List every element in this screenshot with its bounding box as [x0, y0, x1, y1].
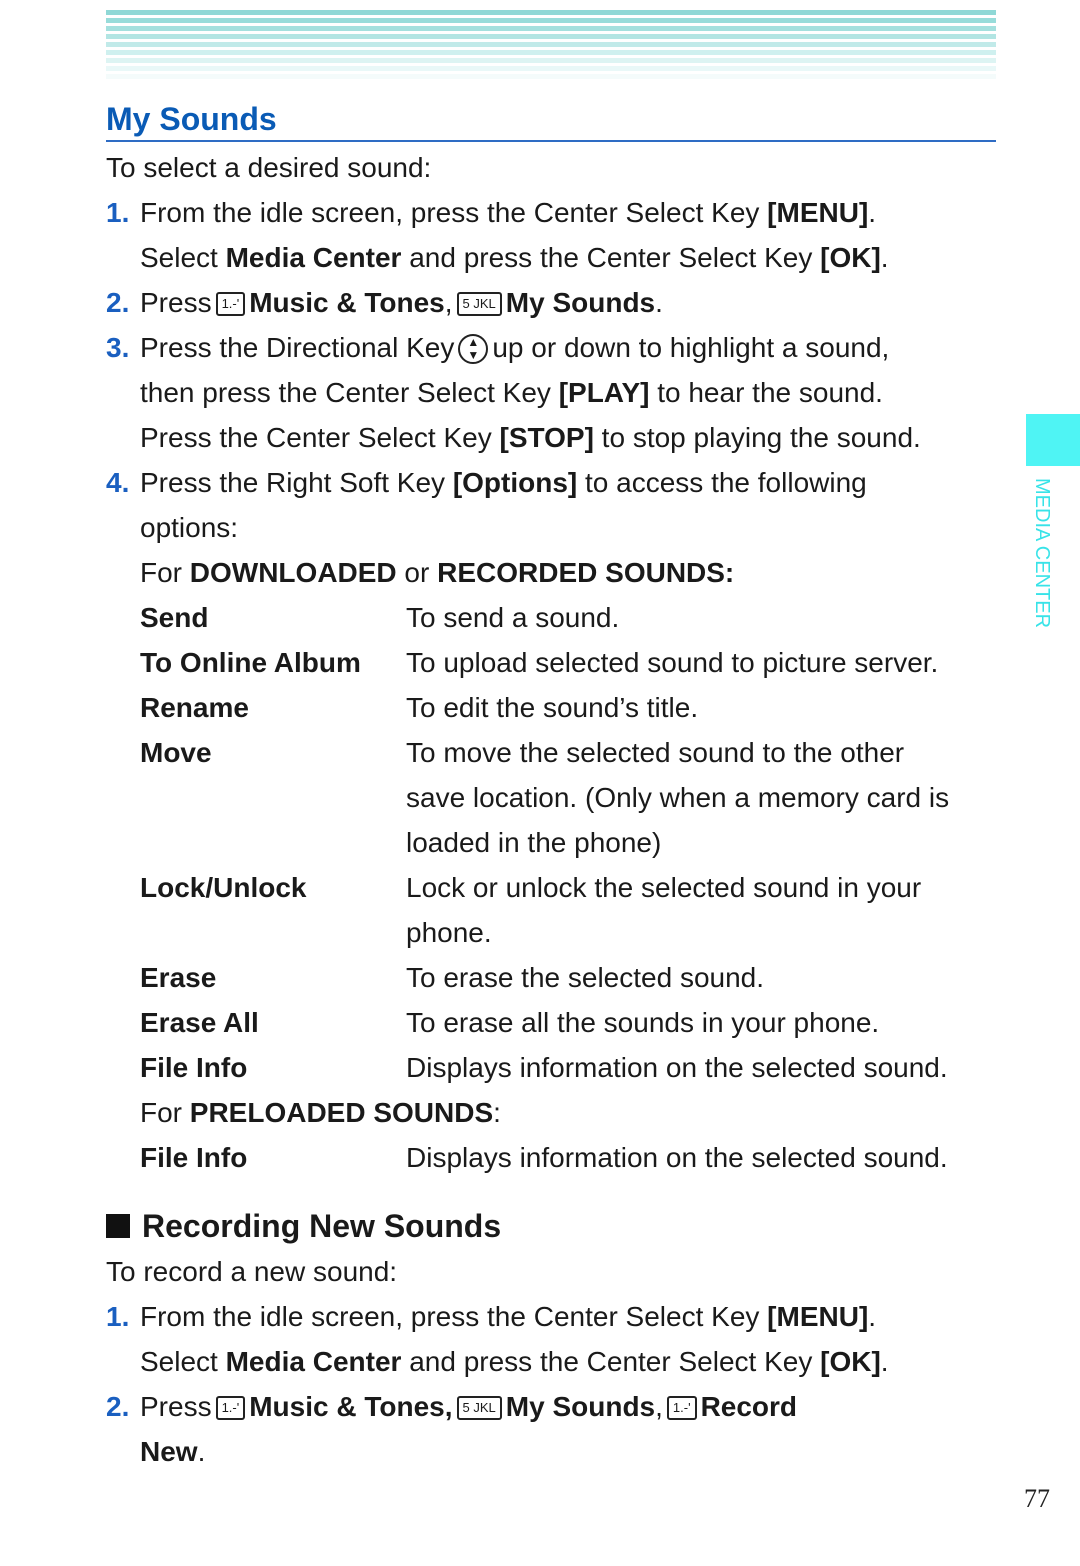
option-description: loaded in the phone)	[406, 827, 662, 858]
option-row: To Online Album To upload selected sound …	[106, 640, 1006, 685]
option-row: Erase All To erase all the sounds in your…	[106, 1000, 1006, 1045]
option-row: File Info Displays information on the sel…	[106, 1135, 1006, 1180]
option-description: Displays information on the selected sou…	[406, 1052, 948, 1083]
option-description: To erase all the sounds in your phone.	[406, 1007, 880, 1038]
recording-step-2: 2. Press 1.-' Music & Tones, 5 JKL My Sounds,…	[106, 1391, 798, 1422]
option-key: Erase All	[140, 1007, 259, 1038]
option-description: Lock or unlock the selected sound in you…	[406, 872, 922, 903]
option-description: To upload selected sound to picture serv…	[406, 647, 939, 678]
option-description: To erase the selected sound.	[406, 962, 765, 993]
step-3: 3. Press the Directional Key ▲ ▼ up or down …	[106, 332, 890, 364]
square-bullet-icon	[106, 1214, 130, 1238]
option-description: To move the selected sound to the other	[406, 737, 905, 768]
option-key	[140, 775, 406, 820]
option-key	[140, 820, 406, 865]
key-1-icon: 1.-'	[215, 1396, 246, 1420]
option-row: Send To send a sound.	[106, 595, 1006, 640]
option-row-cont: phone.	[106, 910, 1006, 955]
page-title: My Sounds	[106, 100, 996, 142]
option-key: Move	[140, 737, 212, 768]
options-list: Send To send a sound. To Online Album To up…	[106, 595, 1006, 1090]
option-key: To Online Album	[140, 647, 361, 678]
option-row: Move To move the selected sound to the ot…	[106, 730, 1006, 775]
section-tab-marker	[1026, 414, 1080, 466]
downloaded-header: For DOWNLOADED or RECORDED SOUNDS:	[140, 557, 735, 588]
recording-intro: To record a new sound:	[106, 1256, 398, 1287]
option-row: File Info Displays information on the sel…	[106, 1045, 1006, 1090]
option-key: File Info	[140, 1142, 248, 1173]
option-row-cont: loaded in the phone)	[106, 820, 1006, 865]
key-1-icon: 1.-'	[215, 292, 246, 316]
option-description: save location. (Only when a memory card …	[406, 782, 950, 813]
option-row: Rename To edit the sound’s title.	[106, 685, 1006, 730]
option-key: Send	[140, 602, 209, 633]
step-2: 2. Press 1.-' Music & Tones, 5 JKL My Sounds.	[106, 287, 663, 318]
option-key	[140, 910, 406, 955]
step-1: 1. From the idle screen, press the Center…	[106, 197, 877, 228]
sidebar-section-label: MEDIA CENTER	[1031, 478, 1053, 629]
recording-heading: Recording New Sounds	[106, 1204, 1006, 1249]
option-description: To send a sound.	[406, 602, 620, 633]
option-row: Erase To erase the selected sound.	[106, 955, 1006, 1000]
preloaded-header: For PRELOADED SOUNDS:	[140, 1097, 501, 1128]
option-row: Lock/Unlock Lock or unlock the selected s…	[106, 865, 1006, 910]
header-stripes	[106, 10, 996, 82]
key-5-icon: 5 JKL	[456, 1396, 502, 1420]
option-description: To edit the sound’s title.	[406, 692, 699, 723]
option-description: phone.	[406, 917, 492, 948]
page-number: 77	[1024, 1484, 1050, 1513]
option-key: File Info	[140, 1052, 248, 1083]
intro-text: To select a desired sound:	[106, 152, 432, 183]
option-row-cont: save location. (Only when a memory card …	[106, 775, 1006, 820]
key-1-icon: 1.-'	[666, 1396, 697, 1420]
recording-step-1: 1. From the idle screen, press the Center…	[106, 1301, 877, 1332]
option-key: Rename	[140, 692, 249, 723]
option-key: Lock/Unlock	[140, 872, 307, 903]
option-key: Erase	[140, 962, 217, 993]
main-content: To select a desired sound: 1. From the id…	[106, 145, 1006, 1474]
directional-key-icon: ▲ ▼	[458, 334, 489, 364]
key-5-icon: 5 JKL	[456, 292, 502, 316]
preloaded-options-list: File Info Displays information on the sel…	[106, 1135, 1006, 1180]
step-4: 4. Press the Right Soft Key [Options] to …	[106, 467, 867, 498]
option-description: Displays information on the selected sou…	[406, 1142, 948, 1173]
